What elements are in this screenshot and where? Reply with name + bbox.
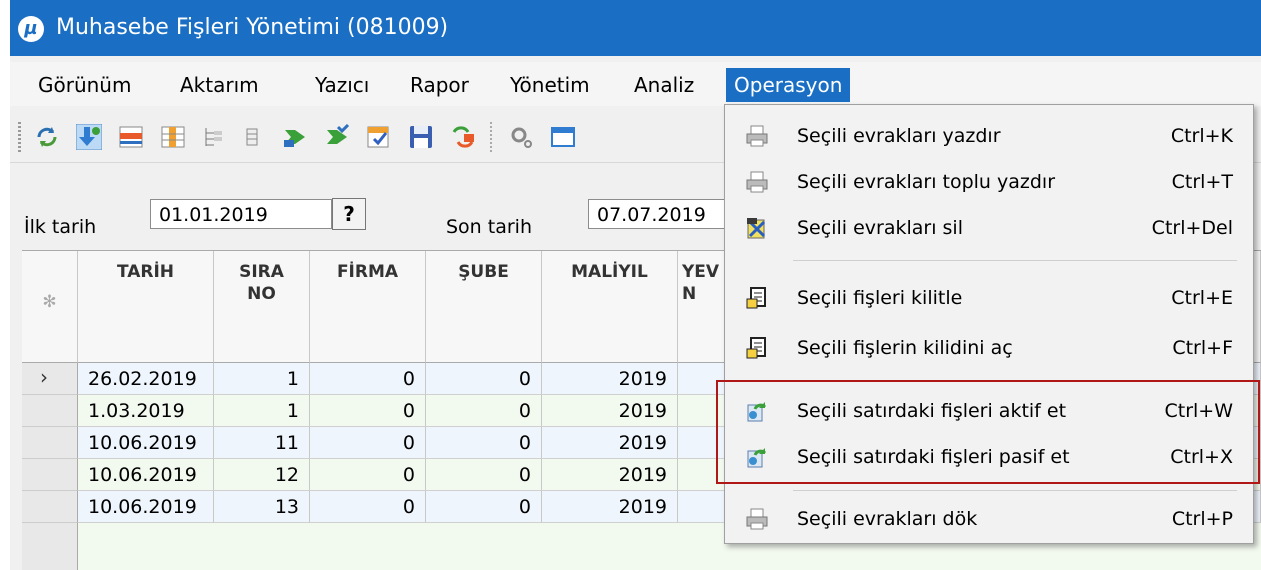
app-window: µ Muhasebe Fişleri Yönetimi (081009) Gör… (10, 0, 1261, 570)
cell-sube[interactable]: 0 (426, 427, 542, 459)
cell-firma[interactable]: 0 (310, 363, 426, 395)
unlock-document-icon (746, 337, 766, 359)
grid-check-icon[interactable] (366, 124, 392, 150)
cell-tarih[interactable]: 26.02.2019 (78, 363, 214, 395)
menu-gorunum[interactable]: Görünüm (30, 68, 139, 102)
menu-item-unlock-records[interactable]: Seçili fişlerin kilidini aç Ctrl+F (725, 325, 1253, 371)
cell-sira-no[interactable]: 1 (214, 363, 310, 395)
columns-icon[interactable] (160, 124, 186, 150)
start-date-field[interactable]: 01.01.2019 (150, 199, 332, 229)
app-logo-icon: µ (18, 16, 44, 42)
toolbar-separator (490, 122, 492, 152)
menu-item-shortcut: Ctrl+T (1171, 171, 1233, 193)
menu-item-label: Seçili fişleri kilitle (797, 287, 963, 309)
end-date-field[interactable]: 07.07.2019 (588, 199, 728, 229)
printer-icon (746, 171, 768, 193)
transfer-icon[interactable] (450, 124, 476, 150)
menu-bar: Görünüm Aktarım Yazıcı Rapor Yönetim Ana… (10, 62, 1261, 106)
menu-item-label: Seçili fişlerin kilidini aç (797, 337, 1013, 359)
menu-item-label: Seçili evrakları yazdır (797, 125, 1001, 147)
menu-separator (793, 260, 1237, 261)
row-indicator[interactable] (22, 459, 78, 491)
cell-sira-no[interactable]: 13 (214, 491, 310, 523)
lock-document-icon (746, 287, 766, 309)
menu-separator (793, 490, 1237, 491)
printer-icon (746, 125, 768, 147)
cell-maliyil[interactable]: 2019 (542, 427, 678, 459)
row-indicator[interactable] (22, 427, 78, 459)
menu-yonetim[interactable]: Yönetim (502, 68, 598, 102)
menu-yazici[interactable]: Yazıcı (307, 68, 377, 102)
menu-item-shortcut: Ctrl+F (1172, 337, 1233, 359)
save-icon[interactable] (408, 124, 434, 150)
cell-maliyil[interactable]: 2019 (542, 395, 678, 427)
row-indicator[interactable]: › (22, 363, 78, 395)
menu-item-dump-selected[interactable]: Seçili evrakları dök Ctrl+P (725, 496, 1253, 542)
menu-analiz[interactable]: Analiz (626, 68, 702, 102)
menu-item-label: Seçili evrakları sil (797, 217, 963, 239)
column-header-sube[interactable]: ŞUBE (426, 251, 542, 363)
cell-maliyil[interactable]: 2019 (542, 459, 678, 491)
current-row-arrow-icon: › (40, 365, 48, 389)
cell-tarih[interactable]: 1.03.2019 (78, 395, 214, 427)
left-strip (0, 0, 10, 570)
printer-icon (746, 508, 768, 530)
refresh-icon[interactable] (34, 124, 60, 150)
tree-icon[interactable] (200, 124, 226, 150)
end-date-label: Son tarih (446, 216, 532, 238)
row-indicator[interactable] (22, 395, 78, 427)
menu-item-shortcut: Ctrl+P (1171, 508, 1233, 530)
annotation-highlight-box (716, 380, 1260, 484)
cell-firma[interactable]: 0 (310, 459, 426, 491)
cell-sube[interactable]: 0 (426, 459, 542, 491)
cell-firma[interactable]: 0 (310, 427, 426, 459)
cell-maliyil[interactable]: 2019 (542, 363, 678, 395)
menu-item-shortcut: Ctrl+Del (1151, 217, 1233, 239)
window-title: Muhasebe Fişleri Yönetimi (081009) (56, 15, 449, 40)
column-header-maliyil[interactable]: MALİYIL (542, 251, 678, 363)
cell-sira-no[interactable]: 12 (214, 459, 310, 491)
row-indicator[interactable] (22, 523, 78, 570)
menu-item-lock-records[interactable]: Seçili fişleri kilitle Ctrl+E (725, 275, 1253, 321)
menu-item-label: Seçili evrakları toplu yazdır (797, 171, 1056, 193)
window-icon[interactable] (550, 124, 576, 150)
menu-item-delete-selected[interactable]: Seçili evrakları sil Ctrl+Del (725, 205, 1253, 251)
toolbar-grip[interactable] (18, 122, 21, 152)
start-date-label: İlk tarih (24, 216, 97, 238)
cell-tarih[interactable]: 10.06.2019 (78, 491, 214, 523)
settings-icon[interactable] (508, 124, 534, 150)
cell-firma[interactable]: 0 (310, 395, 426, 427)
column-header-sira-no[interactable]: SIRA NO (214, 251, 310, 363)
cell-sube[interactable]: 0 (426, 363, 542, 395)
forward-green-icon[interactable] (282, 124, 308, 150)
row-indicator[interactable] (22, 491, 78, 523)
add-down-icon[interactable] (76, 124, 102, 150)
menu-rapor[interactable]: Rapor (402, 68, 477, 102)
cell-tarih[interactable]: 10.06.2019 (78, 427, 214, 459)
date-help-button[interactable]: ? (332, 198, 366, 230)
menu-item-shortcut: Ctrl+E (1171, 287, 1233, 309)
cell-maliyil[interactable]: 2019 (542, 491, 678, 523)
delete-icon (747, 218, 766, 239)
cell-firma[interactable]: 0 (310, 491, 426, 523)
forward-check-icon[interactable] (324, 124, 350, 150)
menu-operasyon[interactable]: Operasyon (726, 68, 851, 102)
menu-item-label: Seçili evrakları dök (797, 508, 978, 530)
tree-collapse-icon[interactable] (240, 124, 266, 150)
menu-item-bulk-print[interactable]: Seçili evrakları toplu yazdır Ctrl+T (725, 159, 1253, 205)
cell-sube[interactable]: 0 (426, 491, 542, 523)
cell-sira-no[interactable]: 11 (214, 427, 310, 459)
title-bar: µ Muhasebe Fişleri Yönetimi (081009) (10, 0, 1261, 56)
menu-item-shortcut: Ctrl+K (1170, 125, 1233, 147)
cell-sira-no[interactable]: 1 (214, 395, 310, 427)
band-icon[interactable] (118, 124, 144, 150)
column-header-tarih[interactable]: TARİH (78, 251, 214, 363)
menu-item-print-selected[interactable]: Seçili evrakları yazdır Ctrl+K (725, 113, 1253, 159)
menu-aktarim[interactable]: Aktarım (172, 68, 267, 102)
grid-corner[interactable]: ✻ (22, 251, 78, 363)
cell-sube[interactable]: 0 (426, 395, 542, 427)
column-header-firma[interactable]: FİRMA (310, 251, 426, 363)
cell-tarih[interactable]: 10.06.2019 (78, 459, 214, 491)
